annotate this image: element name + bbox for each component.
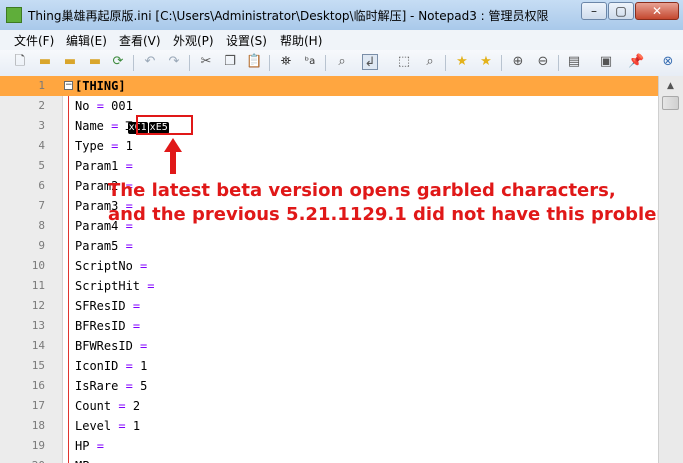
editor-line[interactable]: 9 Param5 = (0, 236, 658, 256)
title-bar: Thing巢雄再起原版.ini [C:\Users\Administrator\… (0, 0, 683, 30)
screen-icon[interactable]: ▣ (598, 54, 614, 70)
menu-help[interactable]: 帮助(H) (280, 32, 322, 49)
editor-line[interactable]: 16 IsRare = 5 (0, 376, 658, 396)
highlight-box (136, 115, 193, 135)
annotation-text: The latest beta version opens garbled ch… (108, 180, 682, 225)
editor-line[interactable]: 3 Name = ꞮxC1xE5 (0, 116, 658, 136)
editor-line[interactable]: 4 Type = 1 (0, 136, 658, 156)
zoom-out-icon[interactable]: ⊖ (535, 54, 551, 70)
editor-line[interactable]: 19 HP = (0, 436, 658, 456)
text-cursor: Ɪ (126, 116, 133, 136)
select-icon[interactable]: ⬚ (396, 54, 412, 70)
favorites-icon[interactable]: ★ (454, 54, 470, 70)
menu-file[interactable]: 文件(F) (14, 32, 54, 49)
scroll-thumb[interactable] (662, 96, 679, 110)
add-favorite-icon[interactable]: ★ (478, 54, 494, 70)
menu-edit[interactable]: 编辑(E) (66, 32, 107, 49)
save-as-icon[interactable]: ▬ (87, 54, 103, 70)
close-button[interactable]: ✕ (635, 2, 679, 20)
close-icon[interactable]: ⊗ (660, 54, 676, 70)
editor-line[interactable]: 5 Param1 = (0, 156, 658, 176)
window-title: Thing巢雄再起原版.ini [C:\Users\Administrator\… (28, 9, 549, 23)
toolbar: 🗋 ▬ ▬ ▬ ⟳ ↶ ↷ ✂ ❐ 📋 ⛯ ᵇa ⌕ ↲ ⬚ ⌕ ★ ★ ⊕ ⊖… (0, 50, 683, 77)
editor-line[interactable]: 1 − [THING] (0, 76, 658, 96)
settings-icon[interactable]: ▤ (566, 54, 582, 70)
fold-toggle-icon[interactable]: − (64, 81, 73, 90)
notepad3-app-icon (6, 7, 22, 23)
redo-icon[interactable]: ↷ (166, 54, 182, 70)
revert-icon[interactable]: ⟳ (110, 54, 126, 70)
save-icon[interactable]: ▬ (62, 54, 78, 70)
new-file-icon[interactable]: 🗋 (12, 54, 28, 70)
undo-icon[interactable]: ↶ (142, 54, 158, 70)
red-arrow-icon (164, 138, 182, 174)
paste-icon[interactable]: 📋 (246, 54, 262, 70)
window-controls: – ▢ ✕ (580, 2, 679, 24)
editor-line[interactable]: 20MP (0, 456, 658, 463)
goto-icon[interactable]: ⌕ (334, 54, 350, 70)
find-icon[interactable]: ⛯ (278, 54, 294, 70)
editor-line[interactable]: 15 IconID = 1 (0, 356, 658, 376)
editor-line[interactable]: 17 Count = 2 (0, 396, 658, 416)
copy-icon[interactable]: ❐ (222, 54, 238, 70)
menu-appearance[interactable]: 外观(P) (173, 32, 214, 49)
zoom-in-icon[interactable]: ⊕ (510, 54, 526, 70)
editor-line[interactable]: 10 ScriptNo = (0, 256, 658, 276)
editor-line[interactable]: 11 ScriptHit = (0, 276, 658, 296)
scroll-up-icon[interactable]: ▲ (662, 78, 679, 94)
editor-line[interactable]: 13 BFResID = (0, 316, 658, 336)
zoom-icon[interactable]: ⌕ (422, 54, 438, 70)
menu-settings[interactable]: 设置(S) (226, 32, 267, 49)
menu-bar: 文件(F) 编辑(E) 查看(V) 外观(P) 设置(S) 帮助(H) (0, 30, 683, 51)
editor-line[interactable]: 2 No = 001 (0, 96, 658, 116)
replace-icon[interactable]: ᵇa (302, 54, 318, 70)
pin-icon[interactable]: 📌 (628, 54, 644, 70)
editor-line[interactable]: 14 BFWResID = (0, 336, 658, 356)
cut-icon[interactable]: ✂ (198, 54, 214, 70)
editor-line[interactable]: 18 Level = 1 (0, 416, 658, 436)
vertical-scrollbar[interactable]: ▲ (658, 76, 683, 463)
maximize-button[interactable]: ▢ (608, 2, 634, 20)
open-icon[interactable]: ▬ (37, 54, 53, 70)
editor-area[interactable]: 1 − [THING] 2 No = 001 3 Name = ꞮxC1xE5 … (0, 76, 658, 463)
editor-line[interactable]: 12 SFResID = (0, 296, 658, 316)
menu-view[interactable]: 查看(V) (119, 32, 161, 49)
minimize-button[interactable]: – (581, 2, 607, 20)
word-wrap-icon[interactable]: ↲ (362, 54, 378, 70)
